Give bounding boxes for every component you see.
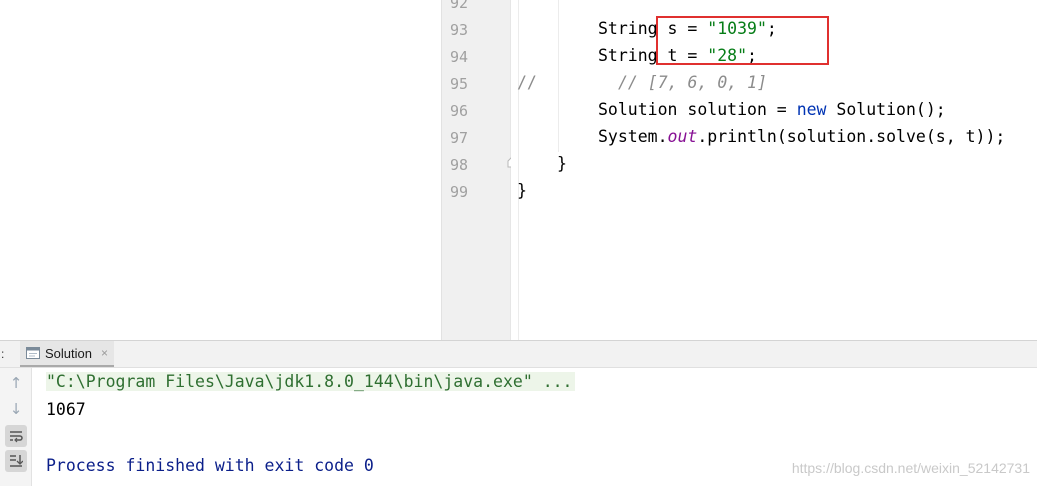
run-toolbar: ↑ ↓ [0,368,32,486]
close-icon[interactable]: × [101,346,108,360]
line-number: 96 [449,102,468,120]
line-number: 94 [449,48,468,66]
scroll-to-end-icon[interactable] [5,450,27,472]
tab-solution[interactable]: Solution × [20,341,114,367]
type-token: String [598,46,658,65]
code-line-97: System.out.println(solution.solve(s, t))… [598,127,1005,146]
line-number: 99 [449,183,468,201]
line-number: 95 [449,75,468,93]
up-arrow-icon[interactable]: ↑ [5,372,27,394]
code-token: .println(solution.solve(s, t)); [697,127,1006,146]
indent-guide [518,0,519,340]
console-tab-icon [26,347,40,359]
run-tool-window-header: : Solution × [0,340,1037,368]
code-token: Solution(); [826,100,946,119]
highlight-box [656,16,829,65]
tab-label: Solution [45,345,92,361]
exit-message: Process finished with exit code 0 [46,456,374,475]
line-number: 93 [449,21,468,39]
indent-guide [558,0,559,152]
code-line-95: // [517,73,537,92]
keyword-new: new [796,100,827,119]
code-token: System. [598,127,668,146]
line-number-gutter: 92 93 94 95 96 97 98 99 [441,0,517,340]
left-blank-area [0,0,441,340]
console-result: 1067 [46,400,86,419]
type-token: String [598,19,658,38]
run-label-colon: : [1,347,5,361]
down-arrow-icon[interactable]: ↓ [5,398,27,420]
soft-wrap-icon[interactable] [5,425,27,447]
comment-text: // [7, 6, 0, 1] [618,73,768,92]
line-number: 98 [449,156,468,174]
code-token: Solution solution = [598,100,797,119]
static-field-out: out [667,127,698,146]
line-number: 97 [449,129,468,147]
line-comment-prefix: // [517,73,537,92]
code-line-98: } [557,154,567,173]
scroll-to-end-glyph [10,455,23,467]
watermark: https://blog.csdn.net/weixin_52142731 [791,460,1030,476]
code-line-99: } [517,181,527,200]
soft-wrap-glyph [10,431,23,443]
line-number: 92 [449,0,468,12]
console-command-line: "C:\Program Files\Java\jdk1.8.0_144\bin\… [46,372,575,391]
java-command: "C:\Program Files\Java\jdk1.8.0_144\bin\… [46,372,575,391]
code-line-96: Solution solution = new Solution(); [598,100,946,119]
